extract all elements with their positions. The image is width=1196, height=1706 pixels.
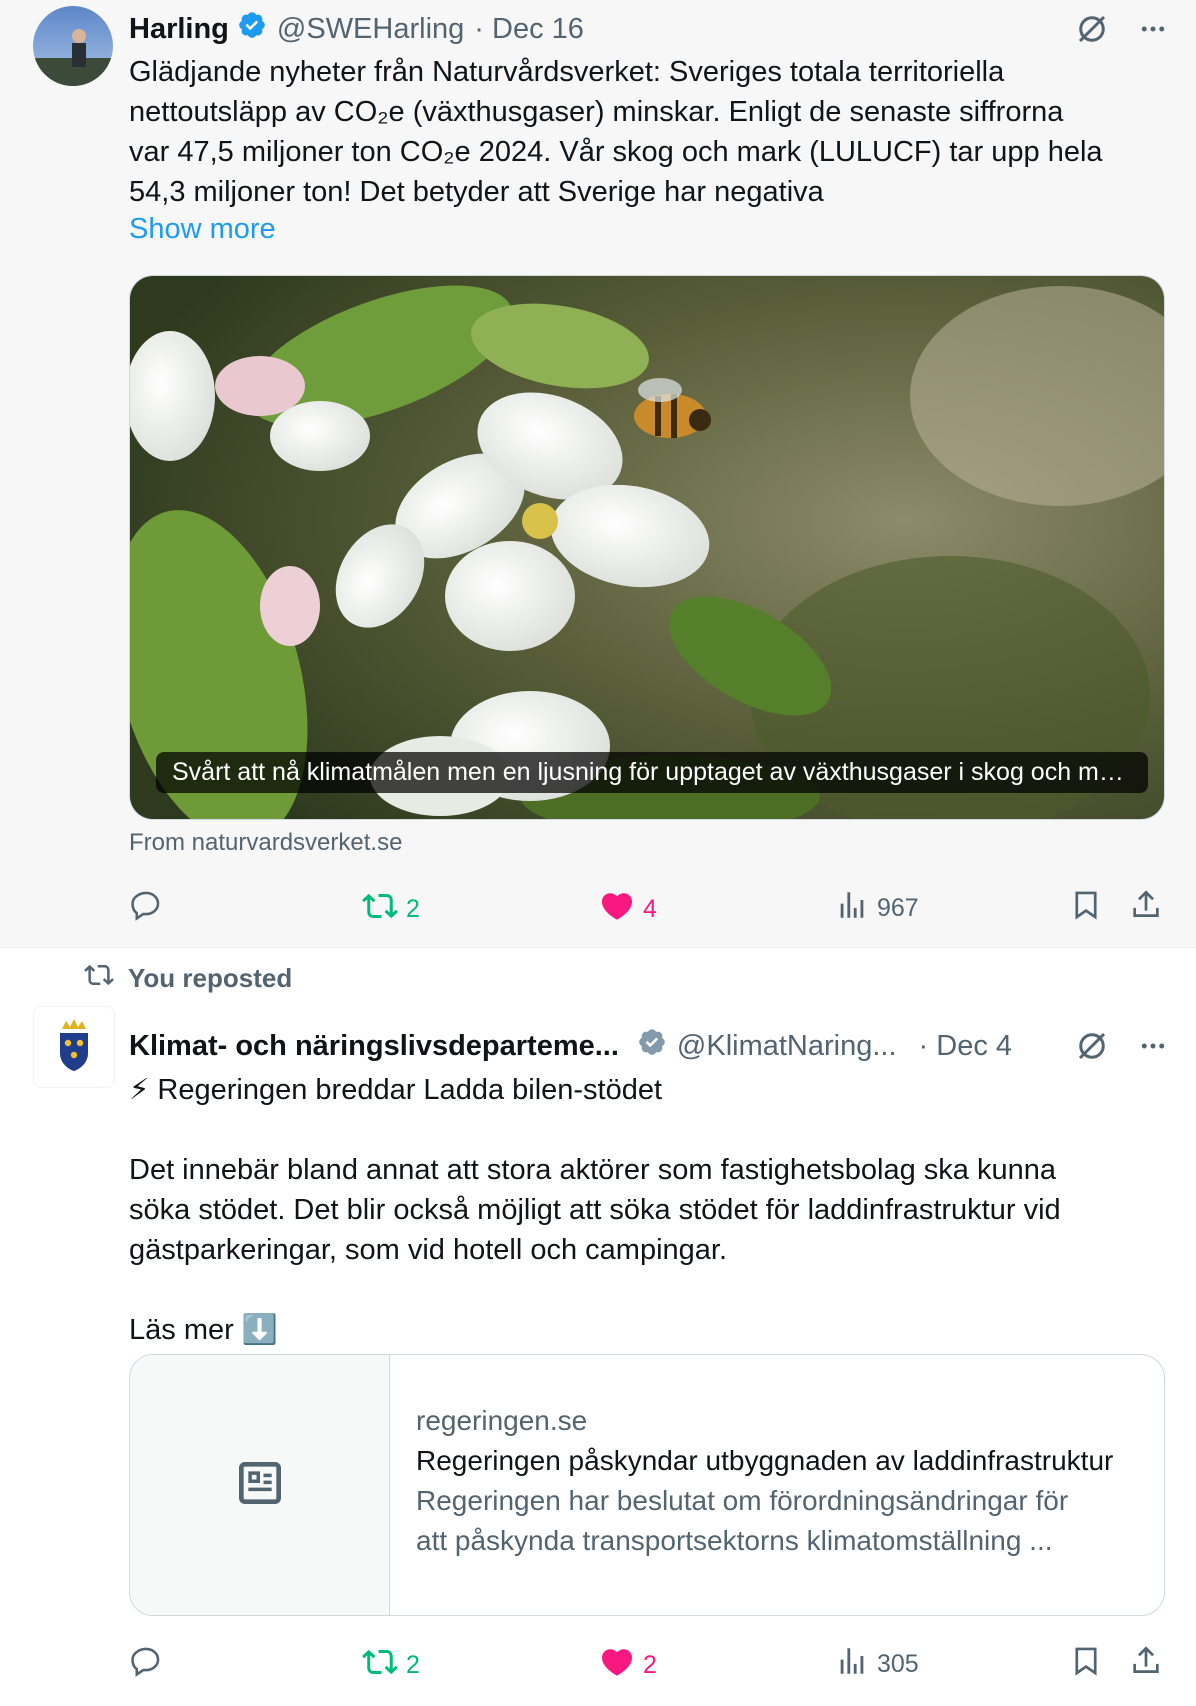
views-count: 305 [877, 1650, 919, 1678]
views-count: 967 [877, 894, 919, 922]
repost-button[interactable]: 2 [362, 1644, 420, 1687]
views-button[interactable]: 967 [835, 888, 919, 929]
tweet-text-line: ⚡ Regeringen breddar Ladda bilen-stödet [129, 1074, 663, 1106]
bookmark-icon [1069, 1644, 1103, 1685]
link-media-card[interactable]: Svårt att nå klimatmålen men en ljusning… [129, 275, 1165, 820]
author-name[interactable]: Klimat- och näringslivsdeparteme... [129, 1030, 619, 1063]
tweet-text-line: Det innebär bland annat att stora aktöre… [129, 1154, 1056, 1186]
like-count: 4 [643, 895, 657, 923]
grok-icon[interactable] [1074, 11, 1110, 52]
heart-icon [599, 1644, 635, 1687]
repost-count: 2 [406, 895, 420, 923]
repost-indicator: You reposted [84, 960, 292, 997]
tweet-text: ⚡ Regeringen breddar Ladda bilen-stödet … [129, 1070, 1061, 1350]
views-button[interactable]: 305 [835, 1644, 919, 1685]
bookmark-button[interactable] [1069, 888, 1103, 929]
repost-button[interactable]: 2 [362, 888, 420, 931]
grok-icon[interactable] [1074, 1028, 1110, 1069]
author-handle[interactable]: @SWEHarling [277, 13, 464, 46]
reply-icon [129, 1644, 163, 1685]
views-icon [835, 888, 869, 929]
blossom-bee-image [130, 276, 1164, 819]
like-button[interactable]: 2 [599, 1644, 657, 1687]
tweet-klimat[interactable]: You reposted Klimat- och näringslivsdepa… [0, 948, 1196, 1706]
tweet-text-line: söka stödet. Det blir också möjligt att … [129, 1194, 1061, 1226]
tweet-harling[interactable]: Harling @SWEHarling · Dec 16 Glädjande n… [0, 0, 1196, 948]
show-more-link[interactable]: Show more [129, 213, 276, 246]
bookmark-icon [1069, 888, 1103, 929]
bookmark-button[interactable] [1069, 1644, 1103, 1685]
repost-icon [362, 888, 398, 931]
reply-button[interactable] [129, 888, 171, 929]
card-thumbnail [130, 1355, 390, 1615]
card-title: Regeringen påskyndar utbyggnaden av ladd… [416, 1445, 1114, 1476]
tweet-text-line: Läs mer ⬇️ [129, 1314, 278, 1346]
like-button[interactable]: 4 [599, 888, 657, 931]
card-domain: regeringen.se [416, 1405, 588, 1436]
tweet-text-line: 54,3 miljoner ton! Det betyder att Sveri… [129, 176, 824, 208]
repost-icon [362, 1644, 398, 1687]
verified-badge-icon[interactable] [637, 1027, 667, 1065]
author-name[interactable]: Harling [129, 13, 229, 46]
card-description-line: Regeringen har beslutat om förordningsän… [416, 1485, 1069, 1516]
card-body[interactable]: regeringen.se Regeringen påskyndar utbyg… [390, 1355, 1164, 1615]
share-button[interactable] [1129, 888, 1163, 929]
avatar-harling[interactable] [33, 6, 113, 86]
reply-button[interactable] [129, 1644, 171, 1685]
card-description-line: att påskynda transportsektorns klimatoms… [416, 1525, 1053, 1556]
share-icon [1129, 1644, 1163, 1685]
tweet-date[interactable]: · Dec 16 [474, 13, 584, 46]
repost-small-icon [84, 960, 114, 997]
author-handle[interactable]: @KlimatNaring... [677, 1030, 897, 1063]
share-icon [1129, 888, 1163, 929]
tweet-text-line: nettoutsläpp av CO₂e (växthusgaser) mins… [129, 96, 1064, 128]
link-preview-card[interactable]: regeringen.se Regeringen påskyndar utbyg… [129, 1354, 1165, 1616]
repost-count: 2 [406, 1651, 420, 1679]
media-caption: Svårt att nå klimatmålen men en ljusning… [156, 752, 1148, 793]
heart-icon [599, 888, 635, 931]
tweet-text-line: gästparkeringar, som vid hotell och camp… [129, 1234, 728, 1266]
tweet-date[interactable]: · Dec 4 [919, 1030, 1012, 1063]
tweet-actions: 2 2 305 [129, 1644, 1169, 1684]
views-icon [835, 1644, 869, 1685]
tweet-actions: 2 4 967 [129, 888, 1169, 928]
tweet-text: Glädjande nyheter från Naturvårdsverket:… [129, 52, 1103, 212]
more-icon[interactable] [1138, 1031, 1168, 1066]
tweet-text-line: var 47,5 miljoner ton CO₂e 2024. Vår sko… [129, 136, 1103, 168]
repost-label-text: You reposted [128, 963, 293, 993]
reply-icon [129, 888, 163, 929]
media-source[interactable]: From naturvardsverket.se [129, 829, 402, 857]
more-icon[interactable] [1138, 14, 1168, 49]
article-icon [232, 1455, 288, 1516]
like-count: 2 [643, 1651, 657, 1679]
tweet-text-line: Glädjande nyheter från Naturvårdsverket:… [129, 56, 1005, 88]
avatar-klimat[interactable] [33, 1006, 115, 1088]
share-button[interactable] [1129, 1644, 1163, 1685]
verified-badge-icon[interactable] [237, 10, 267, 48]
